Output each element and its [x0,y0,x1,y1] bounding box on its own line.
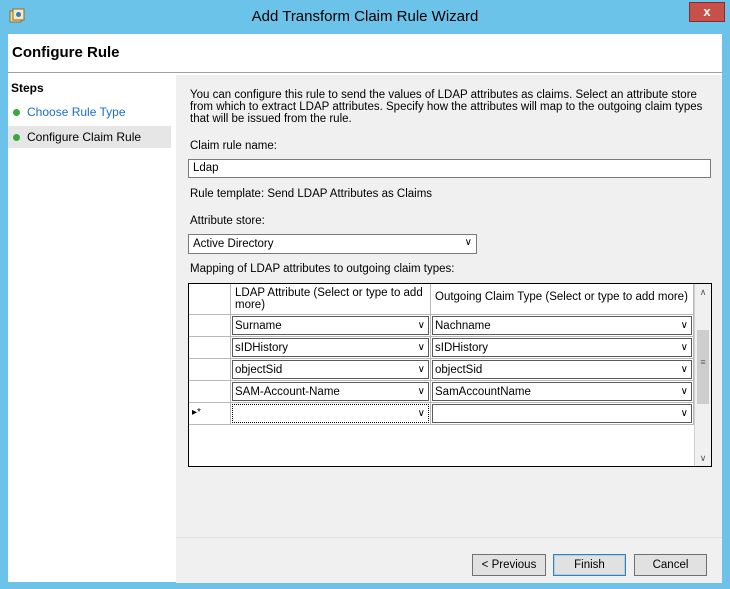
claim-type-value: Nachname [435,320,491,332]
step-label: Choose Rule Type [27,105,126,119]
scroll-down-icon[interactable]: ∨ [695,450,711,466]
table-cell: ∨ [431,403,694,425]
rule-name-input[interactable]: Ldap [188,159,711,178]
steps-title: Steps [11,81,44,95]
table-cell: objectSid ∨ [431,359,694,381]
rule-name-label: Claim rule name: [190,140,277,152]
table-cell: SamAccountName ∨ [431,381,694,403]
grid-scrollbar[interactable]: ∧ ≡ ∨ [694,284,711,466]
button-bar: < Previous Finish Cancel [176,537,722,583]
title-bar[interactable]: Add Transform Claim Rule Wizard x [0,0,730,34]
ldap-attribute-value: Surname [235,320,282,332]
wizard-client-area: Configure Rule Steps Choose Rule Type Co… [8,34,722,583]
mapping-label: Mapping of LDAP attributes to outgoing c… [190,263,455,275]
new-row-header[interactable]: ▸* [189,403,231,425]
claim-type-combo[interactable]: sIDHistory ∨ [432,338,692,357]
step-current-icon [13,134,20,141]
chevron-down-icon: ∨ [680,408,688,419]
chevron-down-icon: ∨ [680,342,688,353]
row-header[interactable] [189,381,231,403]
previous-button[interactable]: < Previous [472,554,546,576]
grid-corner [189,284,231,315]
new-claim-type-combo[interactable]: ∨ [432,404,692,423]
table-cell: sIDHistory ∨ [431,337,694,359]
claim-type-combo[interactable]: SamAccountName ∨ [432,382,692,401]
row-header[interactable] [189,337,231,359]
attribute-store-value: Active Directory [193,238,274,250]
grip-icon: ≡ [700,357,706,367]
table-row: ∨ [231,403,431,425]
step-label: Configure Claim Rule [27,130,142,144]
chevron-down-icon: ∨ [680,320,688,331]
chevron-down-icon: ∨ [417,364,425,375]
attribute-store-select[interactable]: Active Directory ∨ [188,234,477,254]
page-header: Configure Rule [8,34,722,73]
ldap-attribute-combo[interactable]: sIDHistory ∨ [232,338,429,357]
intro-text: You can configure this rule to send the … [190,89,703,125]
wizard-window: Add Transform Claim Rule Wizard x Config… [0,0,730,589]
claim-type-combo[interactable]: Nachname ∨ [432,316,692,335]
row-header[interactable] [189,359,231,381]
steps-panel: Steps Choose Rule Type Configure Claim R… [8,75,174,582]
scroll-up-icon[interactable]: ∧ [695,284,711,300]
ldap-attribute-combo[interactable]: objectSid ∨ [232,360,429,379]
table-row: SAM-Account-Name ∨ [231,381,431,403]
table-row: Surname ∨ [231,315,431,337]
attribute-store-label: Attribute store: [190,215,265,227]
close-button[interactable]: x [689,2,725,22]
claim-type-value: objectSid [435,364,483,376]
ldap-attribute-value: SAM-Account-Name [235,386,340,398]
window-title: Add Transform Claim Rule Wizard [251,8,479,25]
claim-type-value: sIDHistory [435,342,489,354]
chevron-down-icon: ∨ [417,408,425,419]
column-header-outgoing-claim-type[interactable]: Outgoing Claim Type (Select or type to a… [431,284,694,315]
scrollbar-thumb[interactable]: ≡ [697,330,709,404]
step-configure-claim-rule: Configure Claim Rule [8,126,171,148]
step-complete-icon [13,109,20,116]
finish-button[interactable]: Finish [553,554,626,576]
chevron-down-icon: ∨ [417,386,425,397]
chevron-down-icon: ∨ [680,386,688,397]
ldap-attribute-value: objectSid [235,364,283,376]
chevron-down-icon: ∨ [417,320,425,331]
claim-type-combo[interactable]: objectSid ∨ [432,360,692,379]
mapping-grid: LDAP Attribute (Select or type to add mo… [188,283,712,467]
rule-template-text: Rule template: Send LDAP Attributes as C… [190,188,433,200]
step-choose-rule-type[interactable]: Choose Rule Type [8,101,171,123]
cancel-button[interactable]: Cancel [634,554,707,576]
chevron-down-icon: ∨ [680,364,688,375]
ldap-attribute-combo[interactable]: SAM-Account-Name ∨ [232,382,429,401]
claim-type-value: SamAccountName [435,386,531,398]
new-ldap-attribute-combo[interactable]: ∨ [232,404,429,423]
content-panel: You can configure this rule to send the … [176,75,722,583]
ldap-attribute-value: sIDHistory [235,342,289,354]
column-header-ldap-attribute[interactable]: LDAP Attribute (Select or type to add mo… [231,284,431,315]
page-title: Configure Rule [12,44,120,61]
ldap-attribute-combo[interactable]: Surname ∨ [232,316,429,335]
table-cell: Nachname ∨ [431,315,694,337]
table-row: objectSid ∨ [231,359,431,381]
chevron-down-icon: ∨ [417,342,425,353]
table-row: sIDHistory ∨ [231,337,431,359]
chevron-down-icon: ∨ [464,237,472,248]
row-header[interactable] [189,315,231,337]
